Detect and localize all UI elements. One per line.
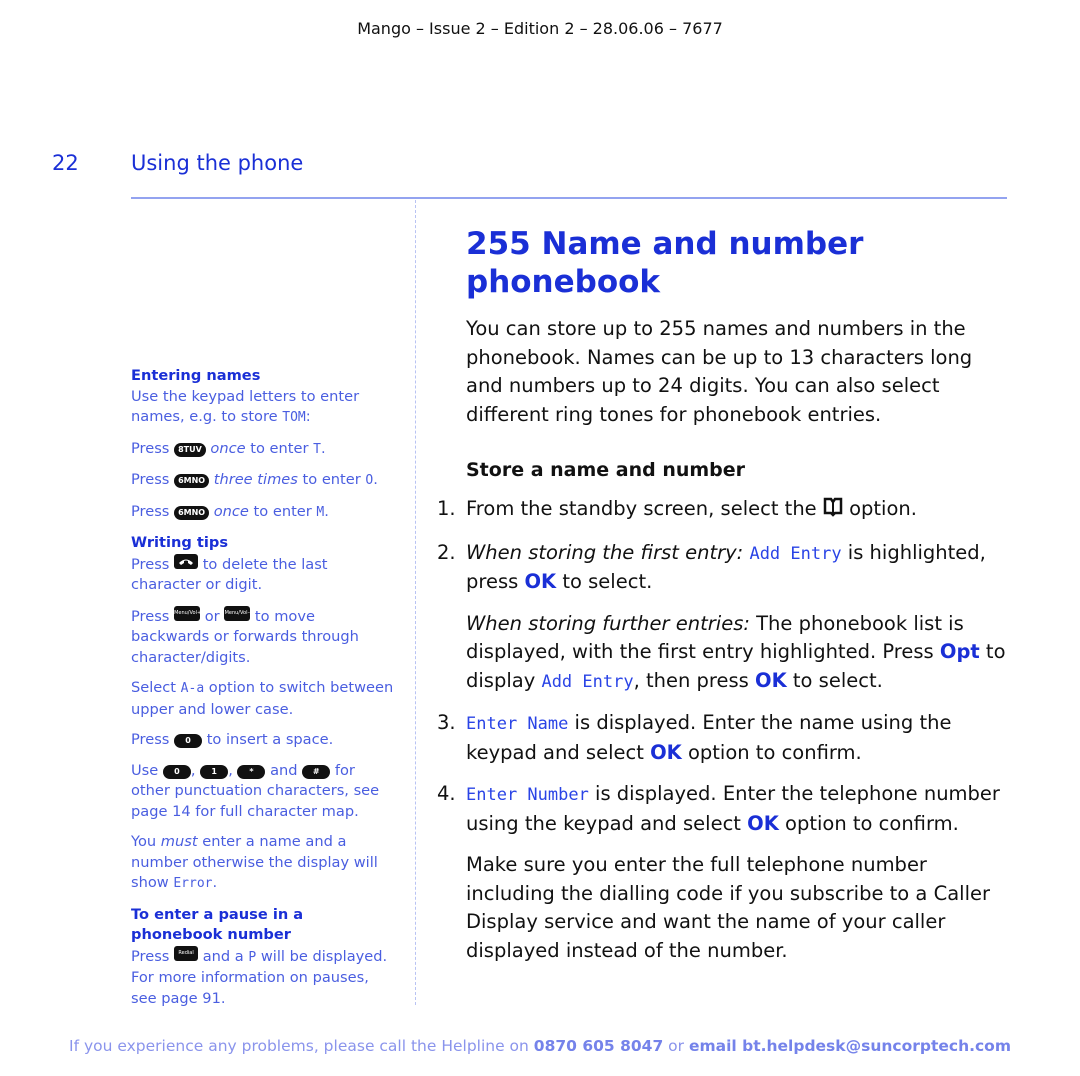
column-divider [415,200,416,1005]
helpline-footer: If you experience any problems, please c… [69,1037,1011,1055]
ok-key-label: OK [747,811,779,835]
step-item: 1. From the standby screen, select the o… [437,495,1011,526]
tip-space: Press 0 to insert a space. [131,731,334,748]
key-6-icon: 6MNO [174,505,210,520]
key-6-icon: 6MNO [174,474,210,488]
helpline-phone: 0870 605 8047 [533,1037,664,1055]
writing-tips-heading: Writing tips [131,534,229,551]
page-number: 22 [52,151,79,175]
case-option: A-a [180,681,205,696]
key-8-icon: 8TUV [174,442,206,457]
lcd-text: Add Entry [749,543,842,564]
document-header: Mango – Issue 2 – Edition 2 – 28.06.06 –… [357,19,723,38]
key-0-icon: 0 [174,734,203,748]
subheading: Store a name and number [466,459,746,481]
ok-key-label: OK [755,668,787,692]
pause-heading: To enter a pause in a phonebook number [131,905,304,944]
lcd-text: Add Entry [541,671,634,692]
step-item: 4. Enter Number is displayed. Enter the … [437,782,1000,835]
tip-punctuation: Use 0, 1, * and # for other punctuation … [131,761,380,820]
tip-must: You must enter a name and a number other… [131,833,378,891]
lcd-text: Enter Number [466,785,589,805]
intro-paragraph: You can store up to 255 names and number… [466,317,973,426]
header-rule [131,197,1007,199]
lcd-text: Enter Name [466,714,569,734]
caller-display-note: Make sure you enter the full telephone n… [466,853,990,962]
tip-case: Select A-a option to switch between uppe… [131,679,394,718]
sidebar: Entering names Use the keypad letters to… [131,366,396,1009]
entering-names-intro: Use the keypad letters to enter names, e… [131,387,360,426]
entering-step: Press 6MNO three times to enter O. [131,471,378,488]
main-title: 255 Name and number phonebook [466,226,864,300]
helpline-email: email bt.helpdesk@suncorptech.com [688,1037,1011,1055]
example-name: TOM [282,410,306,425]
ok-key-label: OK [650,740,682,764]
step-item: 3. Enter Name is displayed. Enter the na… [437,711,952,764]
ok-key-label: OK [524,570,557,593]
end-call-key-icon [174,553,199,569]
tip-move: Press Menu/Vol+ or Menu/Vol– to move bac… [131,605,359,666]
key-0-icon: 0 [162,764,191,779]
error-text: Error [173,876,213,891]
further-entries-note: When storing further entries: The phoneb… [466,611,1006,692]
main-content: 255 Name and number phonebook You can st… [437,225,1011,965]
section-title: Using the phone [131,151,304,175]
key-star-icon: * [237,764,266,779]
redial-key-icon: Redial [174,945,199,961]
pause-text: Press Redial and a P will be displayed. … [131,945,388,1007]
menu-vol-down-key-icon: Menu/Vol– [224,605,251,621]
tip-delete: Press to delete the last character or di… [131,553,328,593]
opt-key-label: Opt [939,640,980,663]
entering-step: Press 6MNO once to enter M. [131,502,329,520]
key-hash-icon: # [302,764,331,779]
menu-vol-up-key-icon: Menu/Vol+ [174,605,201,621]
step-item: 2. When storing the first entry: Add Ent… [437,540,986,594]
steps-list: 1. From the standby screen, select the o… [437,495,1011,965]
phonebook-icon [823,497,843,526]
key-1-icon: 1 [200,764,229,779]
entering-names-heading: Entering names [131,367,261,384]
entering-step: Press 8TUV once to enter T. [131,439,326,457]
